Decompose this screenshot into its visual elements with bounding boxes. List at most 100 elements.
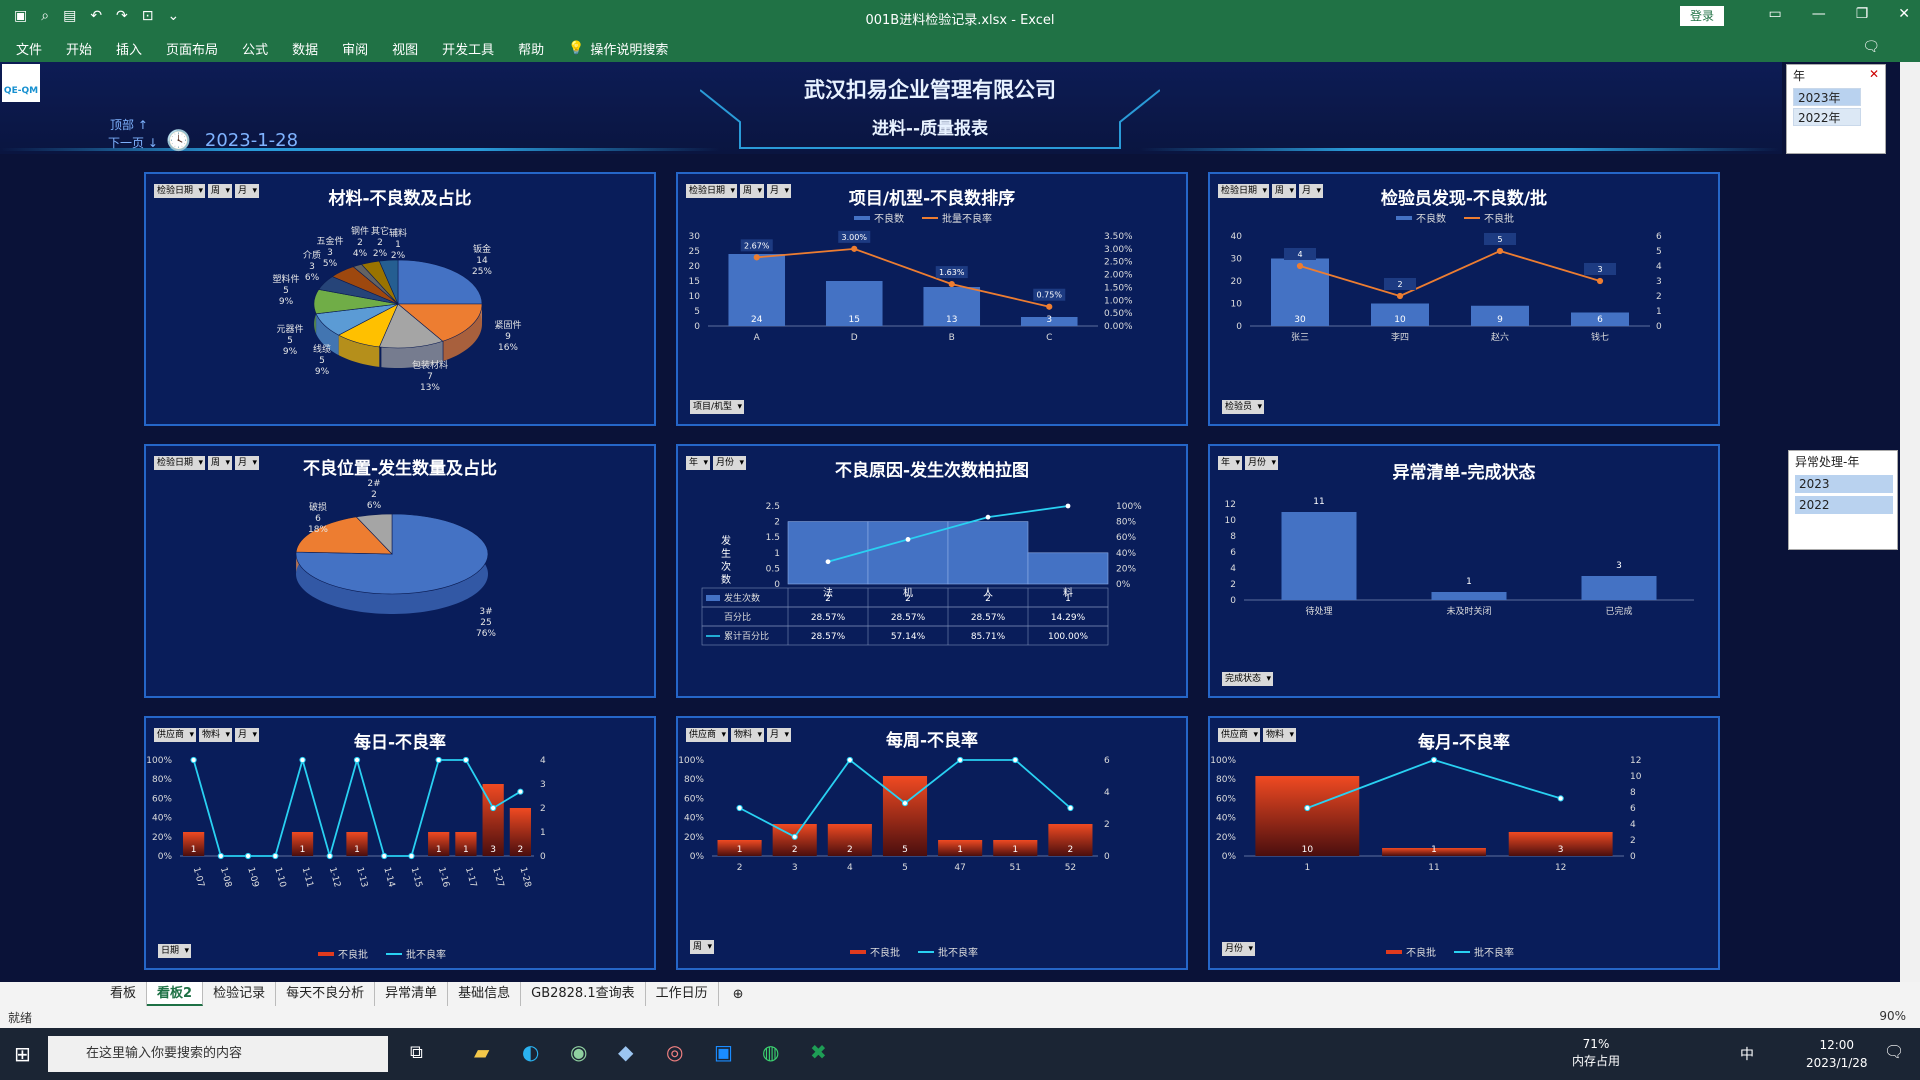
sheet-tab[interactable]: GB2828.1查询表 [521,982,646,1006]
login-button[interactable]: 登录 [1680,6,1724,26]
dashboard-sheet: QE-QM 武汉扣易企业管理有限公司 进料--质量报表 顶部 ↑ 下一页 ↓ 🕓… [0,62,1920,982]
pie-value: 1 [395,240,401,250]
tab-page-layout[interactable]: 页面布局 [166,39,218,58]
pie-value: 3 [327,248,333,258]
sheet-tab[interactable]: 工作日历 [646,982,719,1006]
tab-view[interactable]: 视图 [392,39,418,58]
filter-week[interactable]: 周 [690,940,715,954]
sheet-tab[interactable]: 检验记录 [203,982,277,1006]
minimize-icon[interactable]: — [1812,6,1826,22]
tab-formulas[interactable]: 公式 [242,39,268,58]
panel-monthly-rate: 供应商物料 每月-不良率 0%20%40%60%80%100%024681012… [1208,716,1720,970]
x-axis-tick: 52 [1065,863,1076,873]
tab-help[interactable]: 帮助 [518,39,544,58]
notification-icon[interactable]: 🗨 [1884,1042,1904,1061]
excel-icon[interactable]: ✖ [810,1040,827,1064]
sheet-tab[interactable]: 异常清单 [375,982,449,1006]
line-point [1046,303,1053,310]
pie-label: 钢件 [351,225,369,237]
dashboard-header: QE-QM 武汉扣易企业管理有限公司 进料--质量报表 顶部 ↑ 下一页 ↓ 🕓… [0,62,1782,154]
wechat-icon[interactable]: ◍ [762,1040,779,1064]
y-axis-tick: 20% [1216,833,1236,843]
slicer-item-2023[interactable]: 2023 [1795,475,1893,493]
tab-developer[interactable]: 开发工具 [442,39,494,58]
ime-indicator[interactable]: 中 [1740,1044,1754,1064]
line-point [1304,804,1311,812]
tell-me-box[interactable]: 💡 操作说明搜索 [568,39,668,58]
line-point [490,804,497,812]
filter-completion[interactable]: 完成状态 [1222,672,1274,686]
y2-axis-tick: 5 [1656,247,1662,257]
tab-insert[interactable]: 插入 [116,39,142,58]
bar [882,776,928,856]
close-icon[interactable]: ✕ [1898,6,1910,22]
app-icon[interactable]: ◆ [618,1040,633,1064]
taskbar-search-box[interactable]: 在这里输入你要搜索的内容 [48,1036,388,1072]
restore-icon[interactable]: ❐ [1856,6,1869,22]
y-axis-label: 生 [721,547,731,560]
slicer-item-2023[interactable]: 2023年 [1793,88,1861,106]
filter-month-select[interactable]: 月份 [1222,942,1256,956]
line-label: 0.75% [1037,291,1063,300]
panel-title: 检验员发现-不良数/批 [1380,189,1548,209]
sheet-nav: 顶部 ↑ 下一页 ↓ [108,116,158,152]
tab-home[interactable]: 开始 [66,39,92,58]
y-axis-tick: 0% [158,852,173,862]
zoom-level[interactable]: 90% [1879,1009,1906,1023]
y-axis-tick: 0 [694,322,700,332]
panel-title: 不良位置-发生数量及占比 [302,459,498,479]
y-axis-tick: 15 [689,277,700,287]
app-icon[interactable]: ◎ [666,1040,683,1064]
y2-axis-tick: 80% [1116,518,1136,528]
slicer-item-2022[interactable]: 2022年 [1793,108,1861,126]
y2-axis-tick: 3 [1656,277,1662,287]
line-point [1067,804,1074,812]
app-icon[interactable]: ▣ [714,1040,733,1064]
sheet-tab[interactable]: 每天不良分析 [276,982,376,1006]
clear-filter-icon[interactable]: ✕ [1869,67,1879,84]
bar-label: 13 [946,315,957,325]
window-controls: ▭ — ❐ ✕ [1768,6,1910,22]
sheet-tab[interactable]: 看板 [100,982,148,1006]
app-icon[interactable]: ◉ [570,1040,587,1064]
file-explorer-icon[interactable]: ▰ [474,1040,489,1064]
pie-label: 包装材料 [412,359,448,371]
taskbar-clock[interactable]: 12:00 2023/1/28 [1806,1036,1868,1072]
ribbon-display-icon[interactable]: ▭ [1768,6,1781,22]
filter-project[interactable]: 项目/机型 [690,400,745,414]
table-cell: 28.57% [811,613,846,623]
windows-start-icon[interactable]: ⊞ [14,1042,31,1066]
vertical-scrollbar[interactable] [1900,62,1920,982]
x-axis-tick: 待处理 [1305,605,1332,617]
memory-percent: 71% [1582,1037,1610,1051]
tab-data[interactable]: 数据 [292,39,318,58]
y-axis-tick: 12 [1225,500,1236,510]
comments-icon[interactable]: 🗨 [1862,39,1880,55]
sheet-tab-active[interactable]: 看板2 [147,982,204,1006]
pie-percent: 6% [367,501,382,511]
panel-title: 每日-不良率 [353,733,447,753]
y2-axis-tick: 1.50% [1104,283,1133,293]
nav-next-link[interactable]: 下一页 ↓ [108,134,158,152]
sheet-tab[interactable]: 基础信息 [448,982,522,1006]
tab-file[interactable]: 文件 [16,39,42,58]
bar-label: 1 [737,845,743,855]
table-cell: 85.71% [971,632,1006,642]
chart-legend: 不良数 不良批 [1396,210,1514,225]
x-axis-tick: 1-15 [409,866,424,888]
task-view-icon[interactable]: ⧉ [410,1042,423,1063]
pie-percent: 9% [315,367,330,377]
y-axis-tick: 10 [1225,516,1237,526]
y2-axis-tick: 0.00% [1104,322,1133,332]
edge-icon[interactable]: ◐ [522,1040,539,1064]
tab-review[interactable]: 审阅 [342,39,368,58]
add-sheet-icon[interactable]: ⊕ [719,987,758,1002]
bar-label: 5 [902,845,908,855]
legend-item: 不良批 [338,950,368,961]
nav-top-link[interactable]: 顶部 ↑ [110,116,158,134]
pie-value: 5 [287,336,293,346]
pie-percent: 5% [323,259,338,269]
filter-inspector[interactable]: 检验员 [1222,400,1265,414]
slicer-item-2022[interactable]: 2022 [1795,496,1893,514]
filter-date[interactable]: 日期 [158,944,192,958]
